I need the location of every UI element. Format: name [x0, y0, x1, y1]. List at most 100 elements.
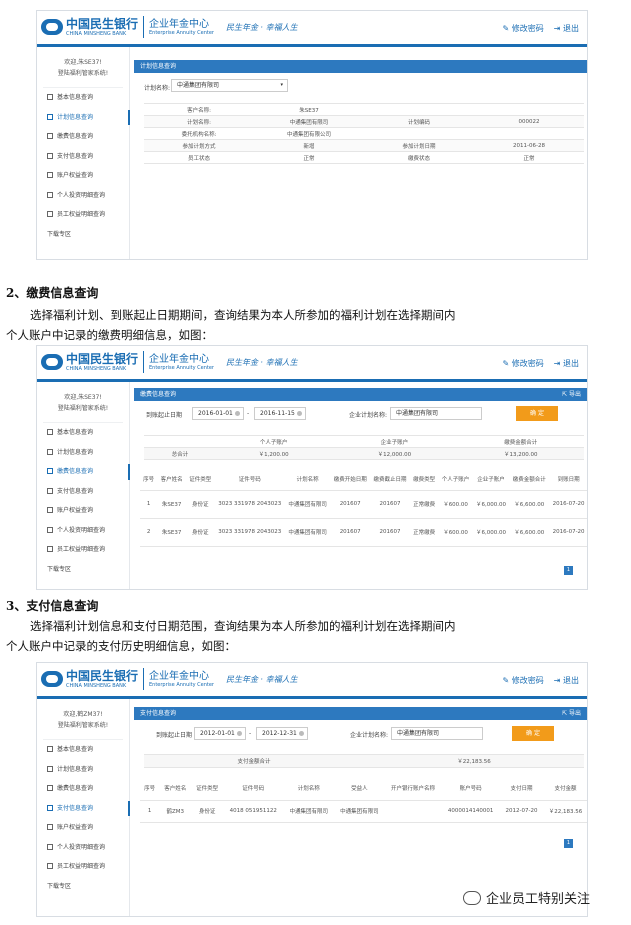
table-cell: 201607 — [330, 518, 371, 547]
bank-logo: 中国民生银行 CHINA MINSHENG BANK 企业年金中心 Enterpri… — [41, 16, 298, 38]
sidebar-item-personal-investment[interactable]: 个人投资明细查询 — [37, 838, 129, 858]
sidebar-item-downloads[interactable]: 下载专区 — [37, 877, 129, 897]
table-cell: 4000014140001 — [441, 800, 500, 823]
sidebar-item-basic-info[interactable]: 基本信息查询 — [37, 423, 129, 443]
sidebar-item-personal-investment[interactable]: 个人投资明细查询 — [37, 521, 129, 541]
main-panel: 支付信息查询 ⇱ 导出 到账起止日期 2012-01-01 - 2012-12-3… — [134, 699, 587, 916]
plan-select[interactable]: 中通集团有限司 — [390, 407, 482, 420]
confirm-button[interactable]: 确 定 — [516, 406, 558, 421]
change-password-link[interactable]: ✎ 修改密码 — [503, 675, 544, 686]
slogan: 民生年金 · 幸福人生 — [225, 674, 298, 684]
account-icon — [47, 507, 53, 513]
home-icon — [47, 746, 53, 752]
sidebar-item-contribution-info[interactable]: 缴费信息查询 — [37, 127, 129, 147]
app-header: 中国民生银行 CHINA MINSHENG BANK 企业年金中心 Enterpri… — [37, 346, 587, 382]
change-password-label: 修改密码 — [511, 359, 544, 368]
bank-logo-icon — [41, 671, 63, 687]
payment-icon — [47, 487, 53, 494]
sidebar-item-payment-info[interactable]: 支付信息查询 — [37, 799, 130, 819]
sidebar-item-plan-info[interactable]: 计划信息查询 — [37, 108, 130, 128]
pagination-page[interactable]: 1 — [564, 839, 573, 848]
contribution-icon — [47, 133, 53, 139]
column-header: 缴费金额合计 — [509, 468, 550, 491]
clear-icon[interactable] — [297, 411, 302, 416]
table-cell: ￥6,000.00 — [472, 518, 510, 547]
center-name-en: Enterprise Annuity Center — [149, 364, 214, 371]
clear-icon[interactable] — [237, 731, 242, 736]
bank-logo-icon — [41, 354, 63, 370]
sidebar-item-contribution-info[interactable]: 缴费信息查询 — [37, 462, 130, 482]
logout-label: 退出 — [563, 676, 579, 685]
screenshot-payment-info: 中国民生银行 CHINA MINSHENG BANK 企业年金中心 Enterpri… — [36, 662, 588, 917]
table-cell: 2 — [140, 518, 158, 547]
sidebar-item-employee-equity[interactable]: 员工权益明细查询 — [37, 857, 129, 877]
sidebar-item-payment-info[interactable]: 支付信息查询 — [37, 482, 129, 502]
chevron-down-icon: ▾ — [280, 82, 283, 88]
sidebar-item-account-equity[interactable]: 账户权益查询 — [37, 501, 129, 521]
column-header: 到账日期 — [549, 468, 587, 491]
bank-name-en: CHINA MINSHENG BANK — [66, 365, 127, 372]
table-cell: 计划编码 — [364, 115, 474, 128]
table-cell — [474, 127, 584, 140]
column-header: 受益人 — [334, 776, 385, 801]
sidebar-item-payment-info[interactable]: 支付信息查询 — [37, 147, 129, 167]
table-row: 员工状态 正常 缴费状态 正常 — [144, 151, 584, 164]
change-password-label: 修改密码 — [511, 24, 544, 33]
plan-select[interactable]: 中通集团有限司 ▾ — [171, 79, 288, 92]
sidebar-item-account-equity[interactable]: 账户权益查询 — [37, 166, 129, 186]
table-cell — [364, 127, 474, 140]
contribution-summary-table: 个人子账户 企业子账户 缴费金额合计 总合计 ￥1,200.00 ￥12,000.00 ￥… — [144, 435, 584, 460]
table-cell — [474, 103, 584, 116]
clear-icon[interactable] — [235, 411, 240, 416]
sidebar-item-personal-investment[interactable]: 个人投资明细查询 — [37, 186, 129, 206]
date-range-dash: - — [249, 730, 252, 737]
center-name: 企业年金中心 — [149, 670, 210, 682]
table-row: 计划名称: 中通集团有限司 计划编码 000022 — [144, 115, 584, 128]
account-icon — [47, 172, 53, 178]
sidebar-item-account-equity[interactable]: 账户权益查询 — [37, 818, 129, 838]
logout-label: 退出 — [563, 24, 579, 33]
watermark: 企业员工特别关注 — [463, 888, 590, 907]
column-header: 证件类型 — [191, 776, 223, 801]
sidebar-item-employee-equity[interactable]: 员工权益明细查询 — [37, 540, 129, 560]
bank-name-en: CHINA MINSHENG BANK — [66, 30, 127, 37]
table-cell: 201607 — [370, 518, 410, 547]
table-cell: 中通集团有限司 — [284, 518, 331, 547]
logout-link[interactable]: ⇥ 退出 — [554, 23, 579, 34]
export-button[interactable]: ⇱ 导出 — [562, 388, 581, 401]
date-range-label: 到账起止日期 — [156, 732, 193, 739]
table-cell: 1 — [140, 800, 160, 823]
table-cell: 中通集团有限司 — [334, 800, 385, 823]
logout-link[interactable]: ⇥ 退出 — [554, 358, 579, 369]
center-name-en: Enterprise Annuity Center — [149, 29, 214, 36]
center-name: 企业年金中心 — [149, 353, 210, 365]
table-cell: 中通集团有限公司 — [254, 127, 364, 140]
column-header: 证件类型 — [185, 468, 215, 491]
sidebar-item-plan-info[interactable]: 计划信息查询 — [37, 760, 129, 780]
logout-link[interactable]: ⇥ 退出 — [554, 675, 579, 686]
pagination-page[interactable]: 1 — [564, 566, 573, 575]
sidebar: 欢迎,朱SE37! 登陆福利管家系统! 基本信息查询 计划信息查询 缴费信息查询 … — [37, 382, 130, 589]
export-button[interactable]: ⇱ 导出 — [562, 707, 581, 720]
table-row: 1 鹤ZM3 身份证 4018 051951122 中通集团有限司 中通集团有限司 4000… — [140, 800, 587, 823]
sidebar-item-downloads[interactable]: 下载专区 — [37, 560, 129, 580]
bank-name-en: CHINA MINSHENG BANK — [66, 682, 127, 689]
logout-label: 退出 — [563, 359, 579, 368]
main-panel: 计划信息查询 计划名称: 中通集团有限司 ▾ 客户名称: 朱SE37 计划名称: 中通集… — [134, 47, 587, 259]
sidebar-item-contribution-info[interactable]: 缴费信息查询 — [37, 779, 129, 799]
sidebar-item-downloads[interactable]: 下载专区 — [37, 225, 129, 245]
change-password-link[interactable]: ✎ 修改密码 — [503, 358, 544, 369]
section-paragraph-contribution-1: 选择福利计划、到账起止日期期间，查询结果为本人所参加的福利计划在选择期间内 — [30, 308, 456, 322]
sidebar-item-employee-equity[interactable]: 员工权益明细查询 — [37, 205, 129, 225]
clear-icon[interactable] — [299, 731, 304, 736]
sidebar-item-basic-info[interactable]: 基本信息查询 — [37, 740, 129, 760]
column-header: 证件号码 — [222, 776, 284, 801]
change-password-link[interactable]: ✎ 修改密码 — [503, 23, 544, 34]
equity-icon — [47, 211, 53, 217]
sidebar-item-basic-info[interactable]: 基本信息查询 — [37, 88, 129, 108]
plan-select[interactable]: 中通集团有限司 — [391, 727, 483, 740]
column-header: 缴费开始日期 — [330, 468, 371, 491]
confirm-button[interactable]: 确 定 — [512, 726, 554, 741]
table-cell — [364, 103, 474, 116]
sidebar-item-plan-info[interactable]: 计划信息查询 — [37, 443, 129, 463]
